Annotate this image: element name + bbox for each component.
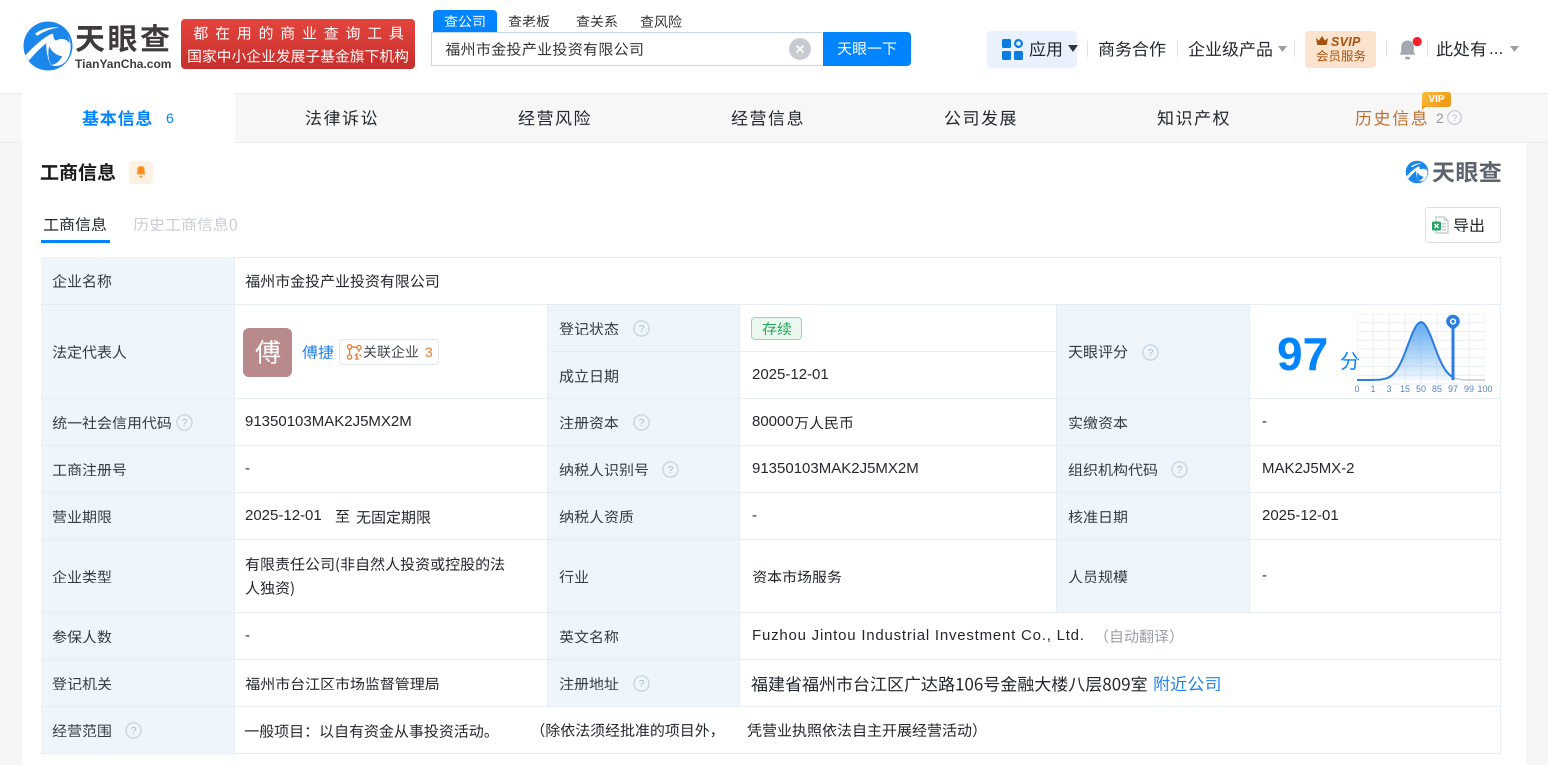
svg-text:?: ? [639,323,645,335]
svg-text:?: ? [639,678,645,690]
svg-text:?: ? [182,417,188,429]
svg-text:?: ? [668,464,674,476]
svg-text:?: ? [1148,347,1154,359]
svg-text:?: ? [1452,113,1457,124]
svg-text:?: ? [1177,464,1183,476]
svg-text:?: ? [639,417,645,429]
svg-text:?: ? [131,725,137,737]
